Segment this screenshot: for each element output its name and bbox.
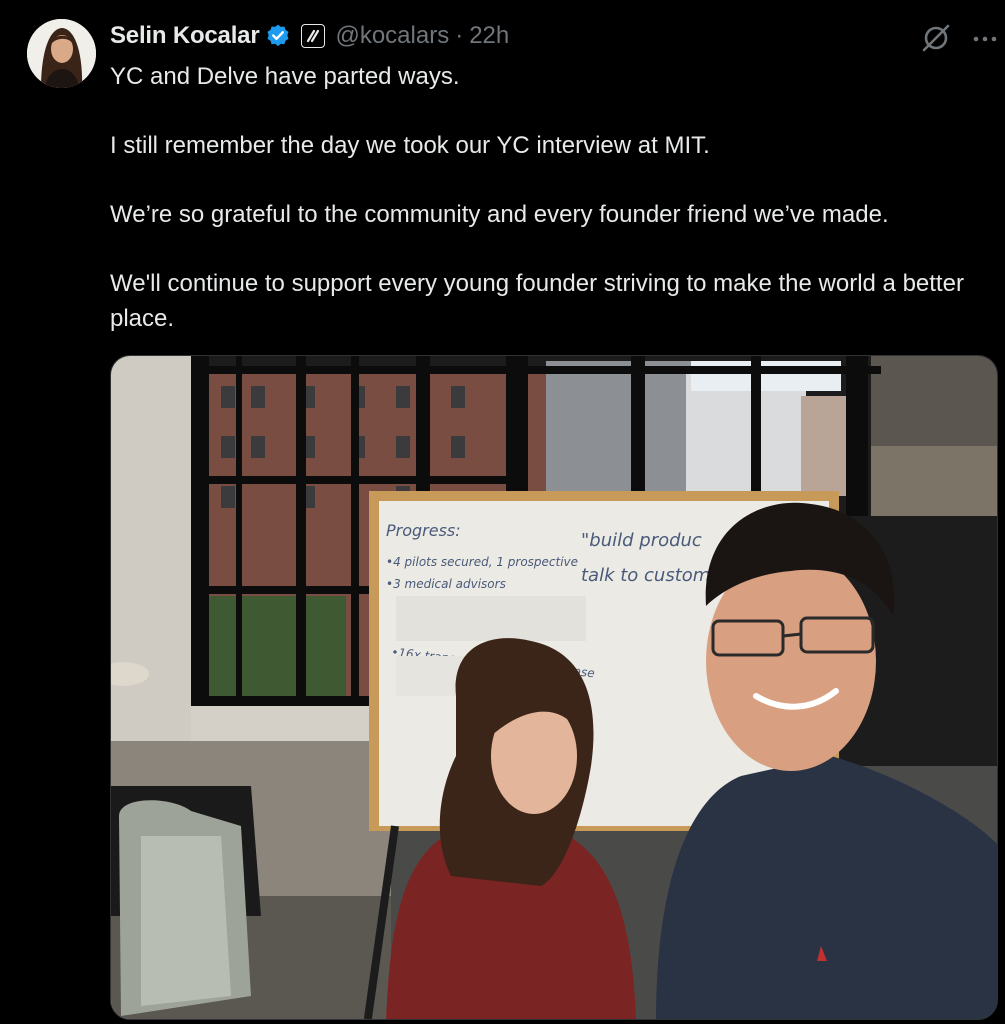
tweet-photo[interactable]: Progress: •4 pilots secured, 1 prospecti… — [110, 355, 998, 1020]
verified-badge-icon[interactable] — [265, 23, 291, 49]
affiliate-badge-icon[interactable] — [301, 24, 326, 48]
tweet-paragraph: We’re so grateful to the community and e… — [110, 201, 889, 228]
tweet-paragraph: YC and Delve have parted ways. — [110, 63, 460, 90]
whiteboard-line: •4 pilots secured, 1 prospective — [386, 555, 578, 569]
whiteboard-line: •3 medical advisors — [386, 577, 506, 591]
more-icon[interactable] — [970, 24, 1000, 54]
whiteboard-line: "build produc — [581, 530, 702, 551]
tweet-text: YC and Delve have parted ways. I still r… — [110, 60, 995, 336]
grok-icon[interactable] — [920, 22, 952, 54]
avatar[interactable] — [27, 19, 96, 88]
whiteboard-heading: Progress: — [386, 521, 461, 540]
author-name[interactable]: Selin Kocalar — [110, 22, 260, 50]
separator-dot: · — [455, 22, 464, 49]
timestamp[interactable]: 22h — [469, 22, 509, 50]
tweet-paragraph: We'll continue to support every young fo… — [110, 270, 964, 332]
tweet-paragraph: I still remember the day we took our YC … — [110, 132, 710, 159]
tweet-header: Selin Kocalar @kocalars · 22h — [110, 19, 509, 53]
author-handle[interactable]: @kocalars — [335, 22, 449, 50]
